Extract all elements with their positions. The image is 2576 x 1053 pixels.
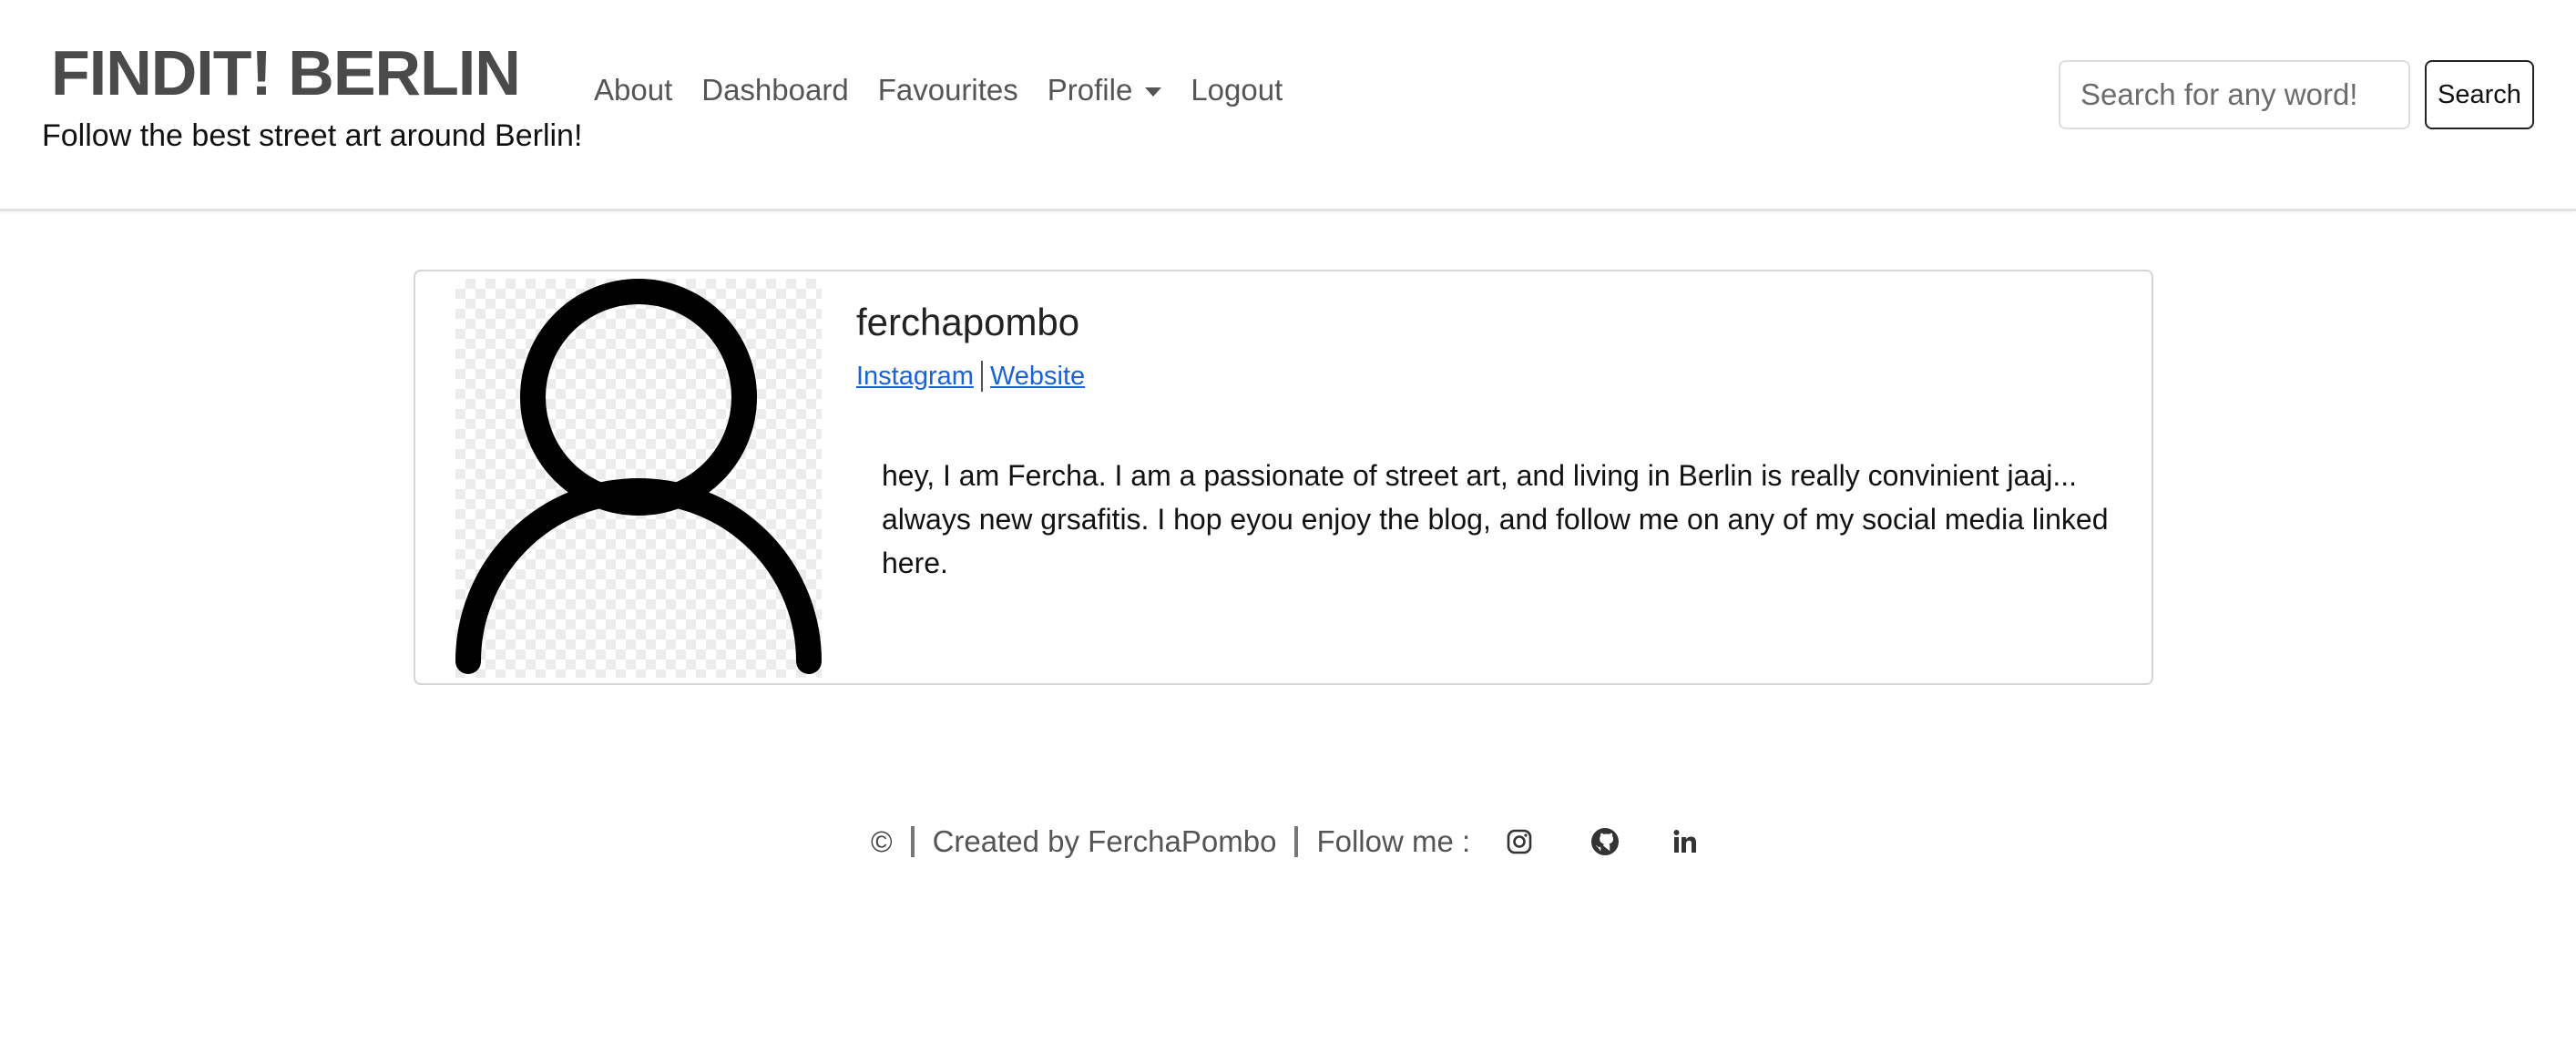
github-icon[interactable] xyxy=(1589,825,1621,858)
nav-profile-dropdown[interactable]: Profile xyxy=(1048,73,1162,107)
nav-dashboard-link[interactable]: Dashboard xyxy=(701,73,848,107)
footer-divider xyxy=(910,826,915,857)
caret-down-icon xyxy=(1145,87,1162,97)
brand-tagline: Follow the best street art around Berlin… xyxy=(42,118,583,153)
linkedin-icon[interactable] xyxy=(1669,825,1702,858)
search-input[interactable] xyxy=(2059,60,2410,129)
nav-links: About Dashboard Favourites Profile Logou… xyxy=(594,73,1283,107)
profile-username: ferchapombo xyxy=(856,301,1080,343)
brand-title[interactable]: FINDIT! BERLIN xyxy=(51,36,521,109)
instagram-icon[interactable] xyxy=(1503,825,1536,858)
navbar: FINDIT! BERLIN Follow the best street ar… xyxy=(0,0,2576,211)
link-separator xyxy=(980,361,983,392)
profile-bio: hey, I am Fercha. I am a passionate of s… xyxy=(882,459,2109,579)
website-link[interactable]: Website xyxy=(990,362,1085,392)
nav-favourites-link[interactable]: Favourites xyxy=(878,73,1018,107)
footer: © Created by FerchaPombo Follow me : xyxy=(871,816,1702,867)
search-button[interactable]: Search xyxy=(2425,60,2534,129)
profile-card: ferchapombo Instagram Website hey, I am … xyxy=(414,270,2153,685)
copyright-symbol: © xyxy=(871,824,893,858)
instagram-link[interactable]: Instagram xyxy=(856,362,974,392)
nav-about-link[interactable]: About xyxy=(594,73,672,107)
user-silhouette-icon xyxy=(455,279,822,678)
nav-logout-link[interactable]: Logout xyxy=(1191,73,1283,107)
footer-follow-label: Follow me : xyxy=(1316,824,1471,858)
profile-social-links: Instagram Website xyxy=(856,361,1085,392)
nav-profile-label: Profile xyxy=(1047,73,1133,107)
footer-divider xyxy=(1294,826,1299,857)
footer-created-by: Created by FerchaPombo xyxy=(932,824,1277,858)
